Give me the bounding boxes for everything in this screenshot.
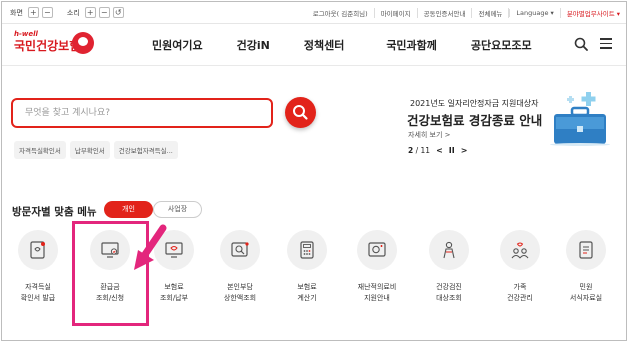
service-label: 확인서 발급 <box>20 294 56 302</box>
search-button[interactable] <box>285 97 316 128</box>
forms-icon <box>579 241 593 259</box>
language-select[interactable]: Language ▾ <box>509 9 559 17</box>
search-icon <box>293 105 308 120</box>
copay-limit-icon <box>231 242 249 257</box>
service-qualification-certificate[interactable]: 자격득실 확인서 발급 <box>8 230 68 304</box>
sound-label: 소리 <box>66 8 80 17</box>
custom-menu-title: 방문자별 맞춤 메뉴 <box>12 206 97 218</box>
checkup-icon <box>443 241 455 259</box>
pager-total: 11 <box>420 146 431 155</box>
nav-item-civil[interactable]: 민원여기요 <box>152 37 203 53</box>
screenshot-frame: 화면 + − 소리 + − ↺ 로그아웃( 김준희님) 마이페이지 공동인증서안… <box>1 1 627 341</box>
service-label: 조회/납부 <box>159 294 189 302</box>
hamburger-menu-icon[interactable] <box>600 38 612 49</box>
service-label: 재난적의료비 <box>357 283 397 291</box>
branch-sites-select[interactable]: 분야별업무사이트 ▾ <box>559 8 620 18</box>
service-calculator[interactable]: 보험료 계산기 <box>277 230 337 304</box>
search-field <box>11 98 273 128</box>
service-label: 지원안내 <box>364 294 390 302</box>
banner-subtitle: 2021년도 일자리안정자금 지원대상자 <box>410 99 539 108</box>
main-header: h-well 국민건강보험 민원여기요 건강iN 정책센터 국민과함께 공단요모… <box>2 24 626 66</box>
service-family-health[interactable]: 가족 건강관리 <box>490 230 550 304</box>
service-medical-support[interactable]: 재난적의료비 지원안내 <box>347 230 407 304</box>
tag-insurance-qualification[interactable]: 건강보험자격득실... <box>113 141 178 159</box>
service-label: 건강검진 <box>436 283 462 291</box>
site-logo[interactable]: h-well 국민건강보험 <box>14 30 94 54</box>
service-label: 건강관리 <box>507 294 533 302</box>
service-label: 본인부담 <box>227 283 253 291</box>
logout-link[interactable]: 로그아웃( 김준희님) <box>307 8 375 18</box>
pointer-arrow-icon <box>134 224 167 270</box>
utility-bar: 화면 + − 소리 + − ↺ 로그아웃( 김준희님) 마이페이지 공동인증서안… <box>2 2 626 24</box>
banner-pager: 2 / 11 < II > <box>408 146 467 155</box>
pager-prev-button[interactable]: < <box>436 146 443 155</box>
tab-personal[interactable]: 개인 <box>104 201 153 218</box>
sound-down-button[interactable]: − <box>98 7 110 18</box>
briefcase-illustration-icon <box>550 92 610 146</box>
logo-name: 국민건강보험 <box>14 39 81 53</box>
nav-item-together[interactable]: 국민과함께 <box>386 37 437 53</box>
service-label: 자격득실 <box>25 283 51 291</box>
service-label: 민원 <box>579 283 593 291</box>
service-copay-limit[interactable]: 본인부담 상한액조회 <box>210 230 270 304</box>
nav-item-about[interactable]: 공단요모조모 <box>471 37 532 53</box>
service-label: 서식자료실 <box>569 294 603 302</box>
search-input[interactable] <box>25 100 265 126</box>
nav-item-policy[interactable]: 정책센터 <box>304 37 344 53</box>
service-label: 상한액조회 <box>223 294 257 302</box>
service-checkup[interactable]: 건강검진 대상조회 <box>419 230 479 304</box>
popular-search-tags: 자격득실확인서 납부확인서 건강보험자격득실... <box>14 141 178 159</box>
medical-support-icon <box>368 242 386 257</box>
pager-next-button[interactable]: > <box>461 146 468 155</box>
tag-qualification-certificate[interactable]: 자격득실확인서 <box>14 141 66 159</box>
screen-zoom-out-button[interactable]: − <box>41 7 53 18</box>
service-label: 대상조회 <box>436 294 462 302</box>
service-forms[interactable]: 민원 서식자료실 <box>556 230 616 304</box>
service-label: 보험료 <box>297 283 317 291</box>
tag-payment-certificate[interactable]: 납부확인서 <box>69 141 110 159</box>
pager-separator: / <box>413 146 421 155</box>
service-label: 계산기 <box>297 294 317 302</box>
screen-size-label: 화면 <box>10 8 23 17</box>
nav-item-health-in[interactable]: 건강iN <box>237 37 270 53</box>
service-label: 보험료 <box>164 283 184 291</box>
search-icon[interactable] <box>574 37 588 51</box>
full-menu-link[interactable]: 전체메뉴 <box>472 8 510 18</box>
tab-business[interactable]: 사업장 <box>153 201 202 218</box>
mypage-link[interactable]: 마이페이지 <box>375 8 418 18</box>
display-controls: 화면 + − 소리 + − ↺ <box>10 7 124 18</box>
certificate-guide-link[interactable]: 공동인증서안내 <box>418 8 473 18</box>
service-label: 가족 <box>513 283 527 291</box>
banner-more-link[interactable]: 자세히 보기 > <box>408 130 451 140</box>
sound-up-button[interactable]: + <box>84 7 96 18</box>
screen-zoom-in-button[interactable]: + <box>27 7 39 18</box>
utility-links: 로그아웃( 김준희님) 마이페이지 공동인증서안내 전체메뉴 Language … <box>307 8 620 18</box>
sound-reset-icon[interactable]: ↺ <box>112 7 124 18</box>
pager-pause-button[interactable]: II <box>449 146 455 155</box>
banner-title[interactable]: 건강보험료 경감종료 안내 <box>407 110 542 129</box>
logo-mark-icon <box>72 32 94 54</box>
main-nav: 민원여기요 건강iN 정책센터 국민과함께 공단요모조모 <box>152 37 532 53</box>
calculator-icon <box>300 241 314 259</box>
family-health-icon <box>511 242 529 259</box>
certificate-icon <box>30 241 45 259</box>
